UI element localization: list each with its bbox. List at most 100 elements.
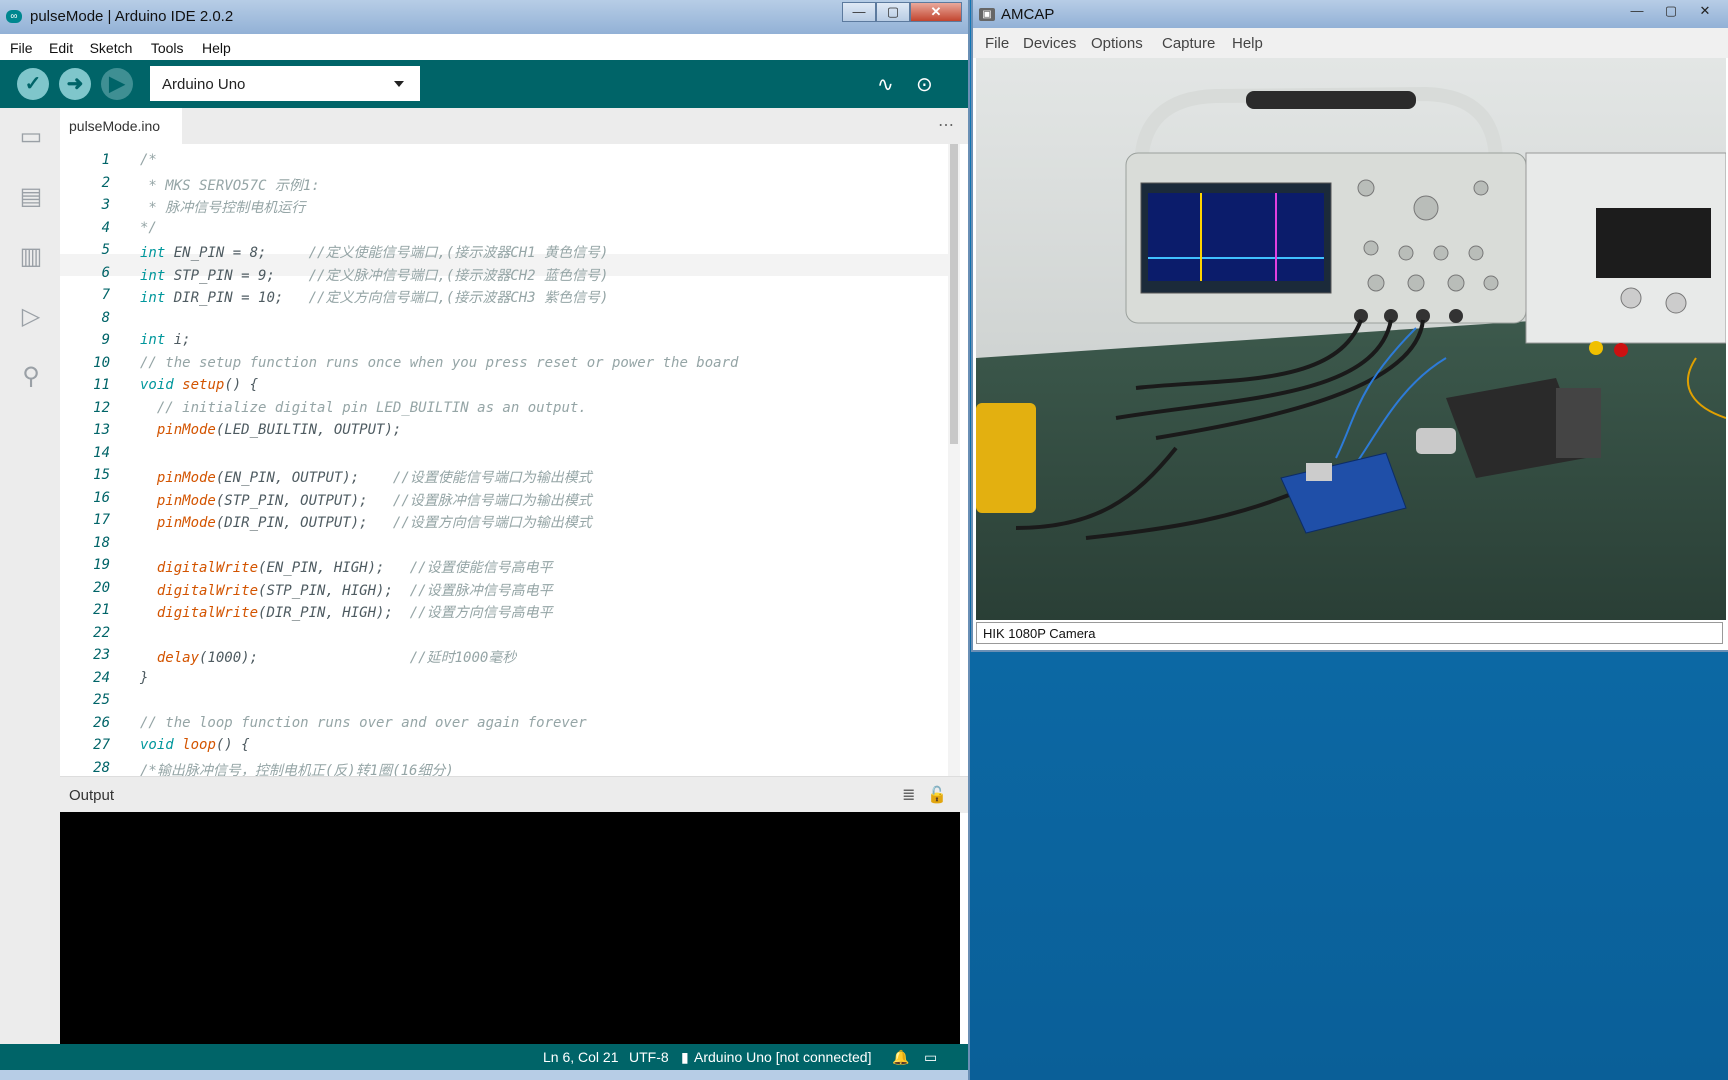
arrow-right-icon: ➜ — [66, 73, 84, 95]
code-line[interactable]: // the setup function runs once when you… — [140, 355, 738, 371]
line-number: 16 — [93, 489, 110, 506]
amcap-menu-devices[interactable]: Devices — [1023, 35, 1076, 52]
code-line[interactable]: int i; — [140, 332, 191, 348]
lock-icon[interactable]: 🔓 — [927, 785, 947, 805]
line-number: 12 — [93, 399, 110, 416]
line-number: 6 — [101, 264, 110, 281]
menu-sketch[interactable]: Sketch — [90, 34, 133, 56]
code-line[interactable]: pinMode(DIR_PIN, OUTPUT); //设置方向信号端口为输出模… — [140, 512, 592, 532]
line-number: 8 — [101, 309, 110, 326]
close-button[interactable]: ✕ — [910, 2, 962, 22]
menu-help[interactable]: Help — [202, 34, 231, 56]
line-number: 9 — [101, 332, 110, 348]
code-line[interactable]: // the loop function runs over and over … — [140, 715, 587, 731]
clear-output-icon[interactable]: ≣ — [902, 785, 915, 805]
editor-scrollbar[interactable] — [948, 144, 960, 776]
output-label: Output — [69, 787, 115, 804]
maximize-button[interactable]: ▢ — [876, 2, 910, 22]
menu-tools[interactable]: Tools — [151, 34, 184, 56]
output-console[interactable] — [60, 812, 960, 1044]
ide-sidebar: ▭ ▤ ▥ ▷ ⚲ — [0, 108, 60, 1044]
board-status-icon: ▮ — [681, 1049, 689, 1065]
scrollbar-thumb[interactable] — [950, 144, 958, 444]
amcap-app-icon: ▣ — [979, 8, 995, 21]
code-line[interactable]: } — [140, 670, 148, 686]
board-connection-status[interactable]: Arduino Uno [not connected] — [694, 1049, 871, 1065]
code-editor[interactable]: 1 /* 2 * MKS SERVO57C 示例1: 3 * 脉冲信号控制电机运行 4 *… — [60, 144, 950, 776]
notification-bell-icon[interactable]: 🔔 — [892, 1049, 909, 1066]
serial-monitor-icon[interactable]: ⊙ — [916, 72, 933, 97]
amcap-menu-options[interactable]: Options — [1091, 35, 1143, 52]
more-icon[interactable]: ⋯ — [938, 115, 954, 135]
code-line[interactable]: // initialize digital pin LED_BUILTIN as… — [140, 400, 587, 416]
board-selector[interactable]: Arduino Uno — [150, 66, 420, 101]
line-number: 27 — [93, 737, 110, 753]
amcap-maximize-button[interactable]: ▢ — [1654, 2, 1688, 22]
code-line[interactable]: int EN_PIN = 8; //定义使能信号端口,(接示波器CH1 黄色信号… — [140, 242, 608, 262]
minimize-button[interactable]: — — [842, 2, 876, 22]
line-number: 19 — [93, 557, 110, 573]
amcap-title-bar[interactable]: ▣ AMCAP — ▢ ✕ — [973, 0, 1728, 28]
line-number: 15 — [93, 467, 110, 483]
code-line[interactable]: pinMode(EN_PIN, OUTPUT); //设置使能信号端口为输出模式 — [140, 467, 592, 487]
line-number: 13 — [93, 422, 110, 438]
amcap-menu-capture[interactable]: Capture — [1162, 35, 1215, 52]
debug-icon: ▶ — [109, 73, 125, 95]
code-line[interactable]: /* — [140, 152, 157, 168]
line-number: 25 — [93, 692, 110, 708]
check-icon: ✓ — [24, 73, 42, 95]
debug-sidebar-icon[interactable]: ▷ — [16, 302, 46, 332]
cursor-position[interactable]: Ln 6, Col 21 — [543, 1049, 619, 1065]
amcap-window-title: AMCAP — [1001, 6, 1055, 23]
code-line[interactable]: * MKS SERVO57C 示例1: — [140, 175, 319, 195]
line-number: 11 — [93, 377, 110, 393]
upload-button[interactable]: ➜ — [59, 68, 91, 100]
tab-pulsemode[interactable]: pulseMode.ino — [60, 108, 182, 144]
line-number: 1 — [101, 152, 110, 168]
amcap-menu-help[interactable]: Help — [1232, 35, 1263, 52]
code-line[interactable]: digitalWrite(EN_PIN, HIGH); //设置使能信号高电平 — [140, 557, 553, 577]
code-line[interactable]: digitalWrite(DIR_PIN, HIGH); //设置方向信号高电平 — [140, 602, 553, 622]
line-number: 14 — [93, 444, 110, 461]
ide-toolbar: ✓ ➜ ▶ Arduino Uno ∿ ⊙ — [0, 60, 968, 108]
code-line[interactable]: pinMode(LED_BUILTIN, OUTPUT); — [140, 422, 401, 438]
line-number: 23 — [93, 647, 110, 663]
folder-icon[interactable]: ▭ — [16, 122, 46, 152]
line-number: 2 — [101, 174, 110, 191]
line-number: 26 — [93, 714, 110, 731]
line-number: 10 — [93, 354, 110, 371]
code-line[interactable]: digitalWrite(STP_PIN, HIGH); //设置脉冲信号高电平 — [140, 580, 553, 600]
code-line[interactable]: delay(1000); //延时1000毫秒 — [140, 647, 516, 667]
line-number: 24 — [93, 669, 110, 686]
amcap-close-button[interactable]: ✕ — [1688, 2, 1722, 22]
amcap-minimize-button[interactable]: — — [1620, 2, 1654, 22]
search-icon[interactable]: ⚲ — [16, 362, 46, 392]
ide-menu-bar: File Edit Sketch Tools Help — [0, 34, 968, 61]
code-line[interactable]: void setup() { — [140, 377, 258, 393]
amcap-status-bar: HIK 1080P Camera — [976, 622, 1723, 644]
file-encoding: UTF-8 — [629, 1049, 669, 1065]
code-line[interactable]: int DIR_PIN = 10; //定义方向信号端口,(接示波器CH3 紫色… — [140, 287, 608, 307]
board-selector-value: Arduino Uno — [162, 76, 246, 93]
line-number: 20 — [93, 579, 110, 596]
chevron-down-icon — [394, 81, 404, 87]
toggle-panel-icon[interactable]: ▭ — [924, 1049, 937, 1066]
serial-plotter-icon[interactable]: ∿ — [877, 72, 894, 97]
menu-file[interactable]: File — [10, 34, 33, 56]
boards-manager-icon[interactable]: ▤ — [16, 182, 46, 212]
code-line[interactable]: */ — [140, 220, 157, 236]
code-line[interactable]: pinMode(STP_PIN, OUTPUT); //设置脉冲信号端口为输出模… — [140, 490, 592, 510]
code-line[interactable]: * 脉冲信号控制电机运行 — [140, 197, 305, 217]
code-line[interactable]: void loop() { — [140, 737, 250, 753]
arduino-ide-window: ∞ pulseMode | Arduino IDE 2.0.2 — ▢ ✕ Fi… — [0, 0, 968, 1080]
library-icon[interactable]: ▥ — [16, 242, 46, 272]
debug-button[interactable]: ▶ — [101, 68, 133, 100]
menu-edit[interactable]: Edit — [49, 34, 73, 56]
code-line[interactable]: int STP_PIN = 9; //定义脉冲信号端口,(接示波器CH2 蓝色信… — [140, 265, 608, 285]
ide-title-bar[interactable]: ∞ pulseMode | Arduino IDE 2.0.2 — ▢ ✕ — [0, 0, 968, 34]
camera-feed — [976, 58, 1726, 620]
line-number: 5 — [101, 242, 110, 258]
verify-button[interactable]: ✓ — [17, 68, 49, 100]
amcap-menu-file[interactable]: File — [985, 35, 1009, 52]
code-line[interactable]: /*输出脉冲信号，控制电机正(反)转1圈(16细分) — [140, 760, 454, 777]
